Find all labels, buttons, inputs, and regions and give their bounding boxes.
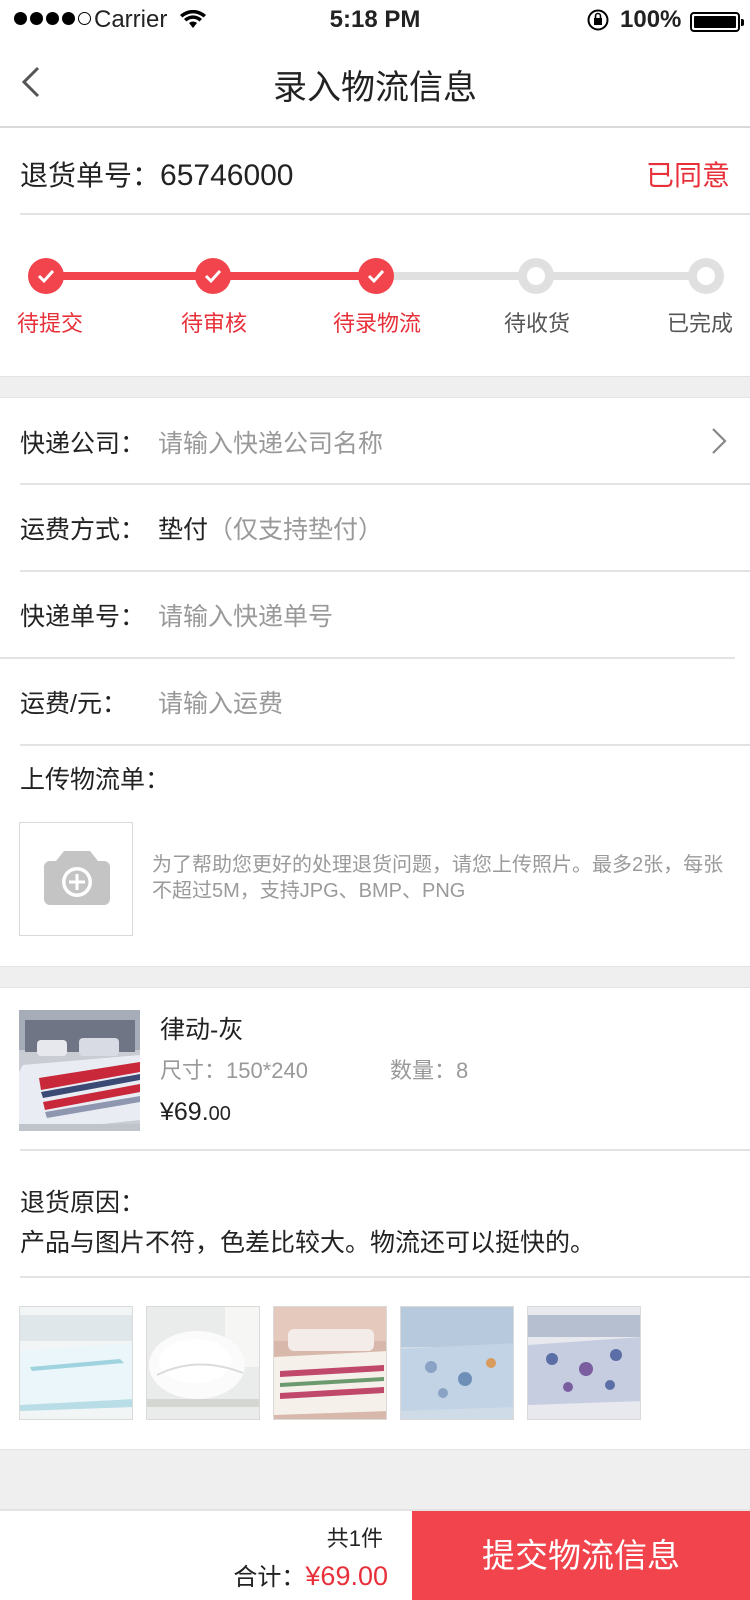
page-title: 录入物流信息 [273, 69, 477, 107]
section-gap [0, 1449, 750, 1510]
price-main: ¥69. [160, 1098, 209, 1126]
product-name: 律动-灰 [160, 1016, 244, 1044]
item-count: 共1件 [326, 1526, 383, 1551]
order-number-label: 退货单号： [20, 160, 161, 191]
freight-method-text: 垫付 [158, 516, 209, 544]
tracking-label: 快递单号： [20, 603, 146, 631]
freight-label: 运费/元： [20, 690, 127, 718]
upload-hint: 为了帮助您更好的处理退货问题，请您上传照片。最多2张，每张不超过5M，支持JPG… [152, 854, 724, 902]
total-amount: ¥69.00 [305, 1561, 388, 1591]
upload-label: 上传物流单： [20, 766, 171, 794]
freight-method-value: 垫付（仅支持垫付） [158, 510, 383, 546]
reason-photo[interactable] [527, 1306, 641, 1420]
courier-row[interactable]: 快递公司： 请输入快递公司名称 [0, 398, 750, 484]
step-label: 待审核 [180, 311, 247, 336]
step-check-icon [195, 258, 231, 294]
step-check-icon [28, 258, 64, 294]
reason-text: 产品与图片不符，色差比较大。物流还可以挺快的。 [20, 1229, 596, 1257]
product-price: ¥69.00 [160, 1098, 231, 1127]
price-cents: 00 [208, 1103, 231, 1125]
camera-plus-icon [44, 851, 110, 905]
order-number-value: 65746000 [160, 159, 294, 192]
reason-photo[interactable] [400, 1306, 514, 1420]
order-total: 合计：¥69.00 [233, 1557, 388, 1592]
courier-label: 快递公司： [20, 430, 146, 458]
step-label: 待提交 [16, 311, 83, 336]
status-bar: Carrier 5:18 PM 100% [0, 0, 750, 40]
freight-method-label: 运费方式： [20, 516, 146, 544]
step-pending-icon [518, 258, 554, 294]
reason-photo[interactable] [273, 1306, 387, 1420]
tracking-row: 快递单号： 请输入快递单号 [0, 571, 750, 657]
section-gap [0, 376, 750, 398]
battery-percent: 100% [620, 6, 682, 33]
product-image [19, 1010, 140, 1131]
step-label: 已完成 [666, 311, 733, 336]
submit-logistics-button[interactable]: 提交物流信息 [412, 1511, 750, 1600]
product-size: 尺寸：150*240 [160, 1058, 308, 1083]
rotation-lock-icon [587, 9, 609, 31]
freight-method-note: （仅支持垫付） [208, 516, 384, 544]
tracking-input[interactable]: 请输入快递单号 [158, 597, 333, 633]
order-info: 退货单号：65746000 已同意 [0, 130, 750, 214]
freight-row: 运费/元： 请输入运费 [0, 658, 750, 744]
reason-label: 退货原因： [20, 1189, 146, 1217]
battery-icon [690, 12, 744, 32]
chevron-right-icon[interactable] [710, 426, 728, 456]
total-label: 合计： [233, 1564, 306, 1591]
step-check-icon [358, 258, 394, 294]
bottom-bar: 共1件 合计：¥69.00 提交物流信息 [0, 1510, 750, 1600]
courier-select[interactable]: 请输入快递公司名称 [158, 424, 383, 460]
reason-photo[interactable] [146, 1306, 260, 1420]
nav-bar: 录入物流信息 [0, 40, 750, 128]
product-quantity: 数量：8 [390, 1058, 469, 1083]
freight-input[interactable]: 请输入运费 [158, 684, 283, 720]
divider [20, 744, 750, 746]
reason-photos [19, 1306, 641, 1420]
divider [20, 1149, 750, 1151]
order-number: 退货单号：65746000 [20, 154, 294, 194]
section-gap [0, 966, 750, 988]
status-badge: 已同意 [645, 160, 730, 191]
freight-method-row: 运费方式： 垫付（仅支持垫付） [0, 484, 750, 570]
upload-photo-button[interactable] [19, 822, 133, 936]
step-pending-icon [688, 258, 724, 294]
step-label: 待收货 [503, 311, 570, 336]
divider [20, 1276, 750, 1278]
step-label: 待录物流 [332, 311, 421, 336]
return-progress: 待提交 待审核 待录物流 待收货 已完成 [0, 214, 750, 376]
reason-photo[interactable] [19, 1306, 133, 1420]
